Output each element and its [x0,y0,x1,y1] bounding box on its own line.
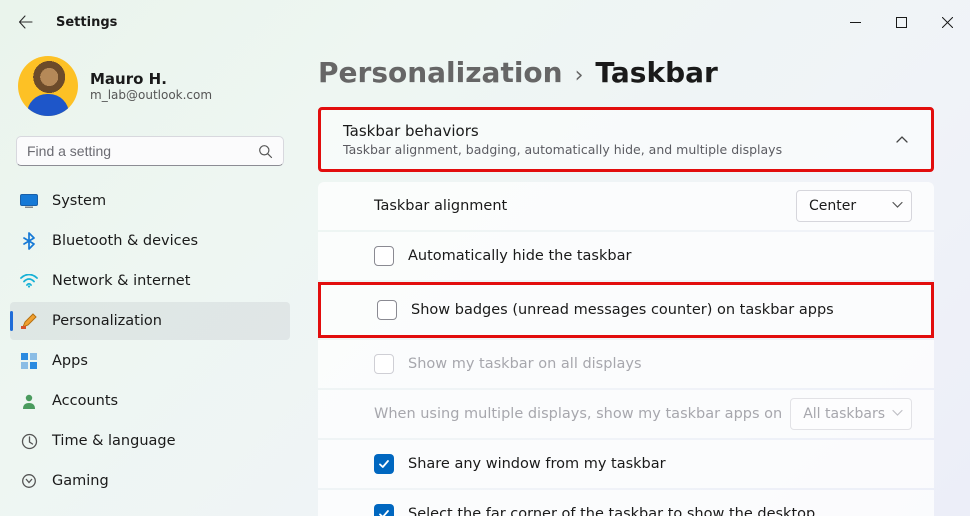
system-icon [20,192,38,210]
gaming-icon [20,472,38,490]
alignment-dropdown[interactable]: Center [796,190,912,222]
title-bar: Settings [0,0,970,44]
dropdown-value: Center [809,198,856,214]
sidebar: Mauro H. m_lab@outlook.com System Blueto… [0,44,300,516]
search-input[interactable] [27,143,258,159]
nav-label: Bluetooth & devices [52,233,198,249]
minimize-button[interactable] [832,6,878,38]
nav-label: Apps [52,353,88,369]
paintbrush-icon [20,312,38,330]
content-area: Personalization › Taskbar Taskbar behavi… [300,44,970,516]
auto-hide-checkbox[interactable] [374,246,394,266]
nav-label: Network & internet [52,273,190,289]
arrow-left-icon [18,14,34,30]
apps-icon [20,352,38,370]
profile-block[interactable]: Mauro H. m_lab@outlook.com [10,44,290,134]
row-label: When using multiple displays, show my ta… [374,406,790,422]
close-button[interactable] [924,6,970,38]
show-all-displays-row[interactable]: Show my taskbar on all displays [318,340,934,388]
multi-display-row: When using multiple displays, show my ta… [318,390,934,438]
nav-item-apps[interactable]: Apps [10,342,290,380]
search-box[interactable] [16,136,284,166]
nav-label: System [52,193,106,209]
far-corner-row[interactable]: Select the far corner of the taskbar to … [318,490,934,516]
profile-name: Mauro H. [90,70,212,88]
taskbar-behaviors-header[interactable]: Taskbar behaviors Taskbar alignment, bad… [318,107,934,172]
bluetooth-icon [20,232,38,250]
nav-item-system[interactable]: System [10,182,290,220]
breadcrumb-separator: › [575,63,584,88]
minimize-icon [850,17,861,28]
close-icon [942,17,953,28]
window-controls [832,6,970,38]
back-button[interactable] [8,4,44,40]
wifi-icon [20,272,38,290]
nav-item-bluetooth[interactable]: Bluetooth & devices [10,222,290,260]
row-label: Automatically hide the taskbar [408,248,912,264]
chevron-down-icon [892,406,903,422]
profile-email: m_lab@outlook.com [90,88,212,102]
maximize-icon [896,17,907,28]
nav-label: Gaming [52,473,109,489]
row-label: Share any window from my taskbar [408,456,912,472]
auto-hide-row[interactable]: Automatically hide the taskbar [318,232,934,280]
nav-item-network[interactable]: Network & internet [10,262,290,300]
multi-display-dropdown: All taskbars [790,398,912,430]
clock-globe-icon [20,432,38,450]
app-title: Settings [56,15,117,30]
search-icon [258,144,273,159]
nav-list: System Bluetooth & devices Network & int… [10,182,290,500]
show-badges-row[interactable]: Show badges (unread messages counter) on… [318,282,934,338]
row-label: Select the far corner of the taskbar to … [408,506,912,516]
breadcrumb: Personalization › Taskbar [318,56,934,89]
far-corner-checkbox[interactable] [374,504,394,516]
person-icon [20,392,38,410]
row-label: Show badges (unread messages counter) on… [411,302,909,318]
breadcrumb-current: Taskbar [595,56,717,89]
row-label: Show my taskbar on all displays [408,356,912,372]
chevron-up-icon [895,133,909,147]
row-label: Taskbar alignment [374,198,796,214]
taskbar-alignment-row: Taskbar alignment Center [318,182,934,230]
share-window-checkbox[interactable] [374,454,394,474]
avatar [18,56,78,116]
nav-label: Personalization [52,313,162,329]
maximize-button[interactable] [878,6,924,38]
chevron-down-icon [892,198,903,214]
share-window-row[interactable]: Share any window from my taskbar [318,440,934,488]
nav-label: Time & language [52,433,176,449]
nav-item-personalization[interactable]: Personalization [10,302,290,340]
nav-item-time-language[interactable]: Time & language [10,422,290,460]
section-subtitle: Taskbar alignment, badging, automaticall… [343,142,895,157]
show-badges-checkbox[interactable] [377,300,397,320]
breadcrumb-parent[interactable]: Personalization [318,56,563,89]
dropdown-value: All taskbars [803,406,885,422]
nav-item-accounts[interactable]: Accounts [10,382,290,420]
nav-label: Accounts [52,393,118,409]
section-title: Taskbar behaviors [343,122,895,140]
show-all-displays-checkbox[interactable] [374,354,394,374]
nav-item-gaming[interactable]: Gaming [10,462,290,500]
